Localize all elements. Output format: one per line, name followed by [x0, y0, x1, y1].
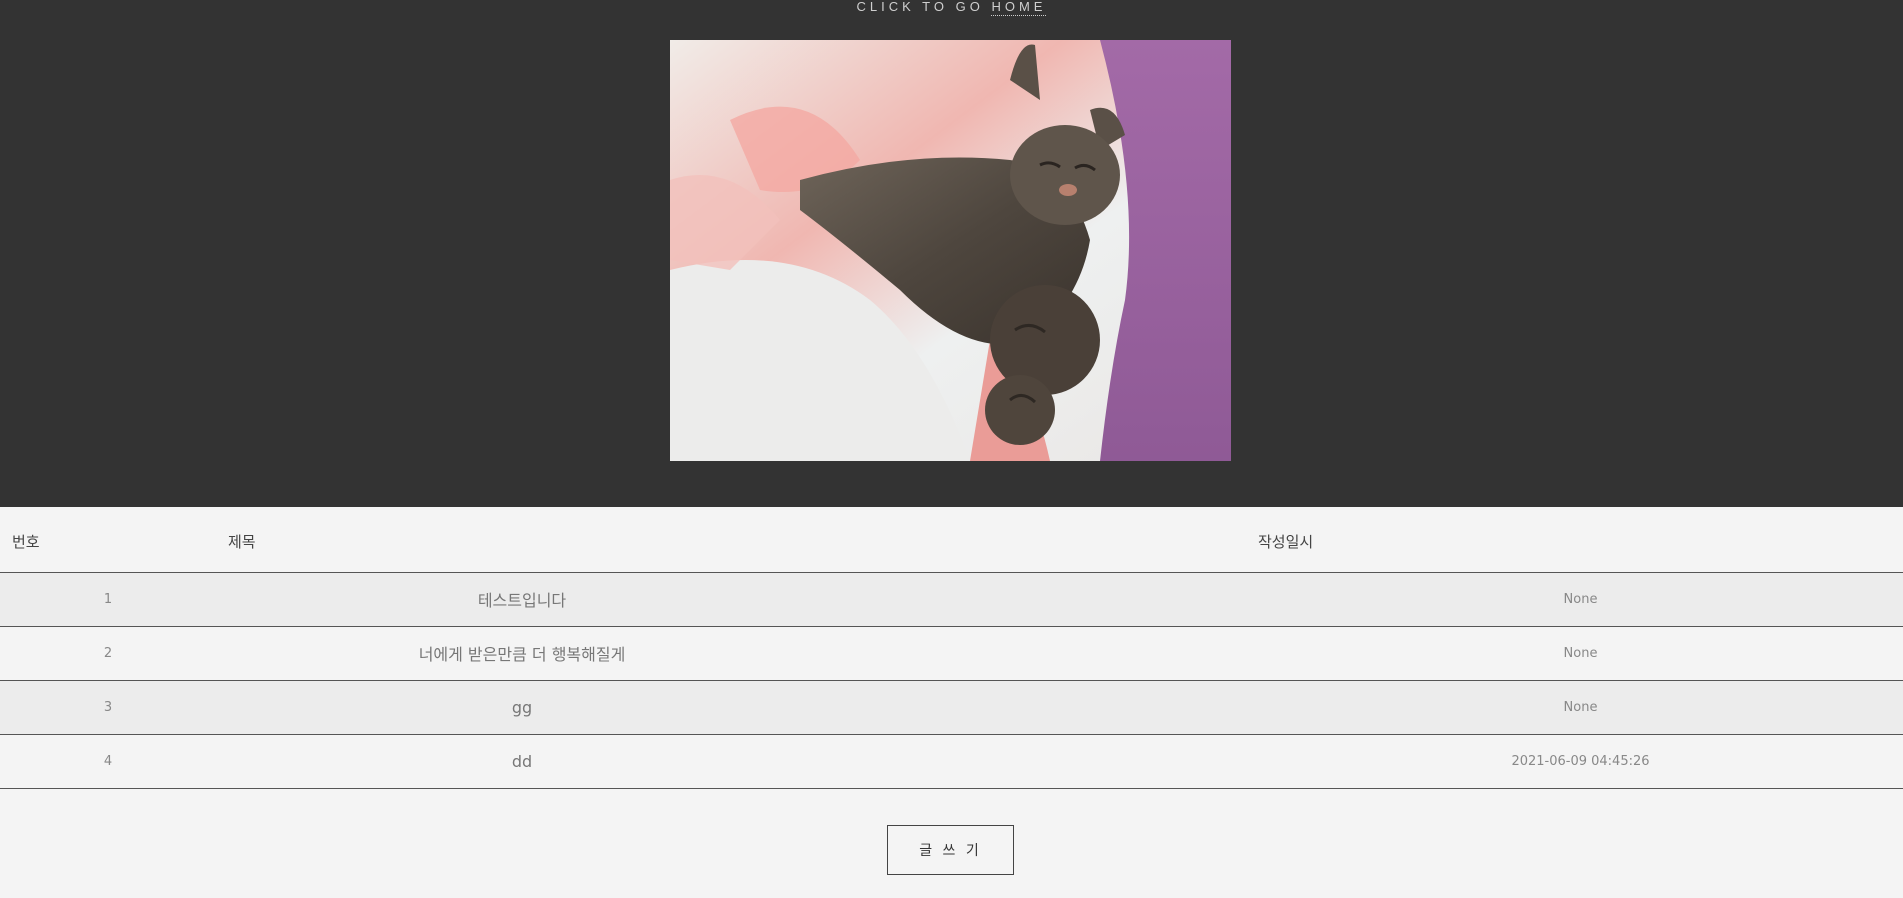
- table-row[interactable]: 4 dd 2021-06-09 04:45:26: [0, 734, 1903, 789]
- write-post-button[interactable]: 글 쓰 기: [887, 825, 1014, 875]
- column-header-number: 번호: [0, 507, 216, 573]
- post-board: 번호 제목 작성일시 1 테스트입니다 None 2 너에게 받은만큼 더 행복…: [0, 507, 1903, 789]
- row-date: None: [1258, 626, 1903, 681]
- column-header-date: 작성일시: [1258, 507, 1903, 573]
- row-title-cell: 너에게 받은만큼 더 행복해질게: [216, 626, 1258, 681]
- home-link[interactable]: HOME: [991, 0, 1047, 16]
- row-date: None: [1258, 572, 1903, 627]
- row-title-link[interactable]: gg: [1, 698, 1043, 717]
- row-title-link[interactable]: 테스트입니다: [1, 587, 1043, 611]
- row-date: 2021-06-09 04:45:26: [1258, 734, 1903, 789]
- row-title-link[interactable]: dd: [1, 752, 1043, 771]
- column-header-title: 제목: [216, 507, 1258, 573]
- row-title-link[interactable]: 너에게 받은만큼 더 행복해질게: [1, 641, 1043, 665]
- row-title-cell: 테스트입니다: [216, 572, 1258, 627]
- header-banner: CLICK TO GO HOME: [0, 0, 1903, 507]
- table-header-row: 번호 제목 작성일시: [0, 507, 1903, 573]
- home-link-prefix: CLICK TO GO: [856, 0, 984, 14]
- table-row[interactable]: 1 테스트입니다 None: [0, 572, 1903, 627]
- row-date: None: [1258, 680, 1903, 735]
- table-row[interactable]: 3 gg None: [0, 680, 1903, 735]
- cat-photo: [670, 40, 1231, 461]
- post-table: 번호 제목 작성일시 1 테스트입니다 None 2 너에게 받은만큼 더 행복…: [0, 507, 1903, 789]
- row-title-cell: dd: [216, 734, 1258, 789]
- row-title-cell: gg: [216, 680, 1258, 735]
- home-link-bar: CLICK TO GO HOME: [0, 0, 1903, 16]
- table-row[interactable]: 2 너에게 받은만큼 더 행복해질게 None: [0, 626, 1903, 681]
